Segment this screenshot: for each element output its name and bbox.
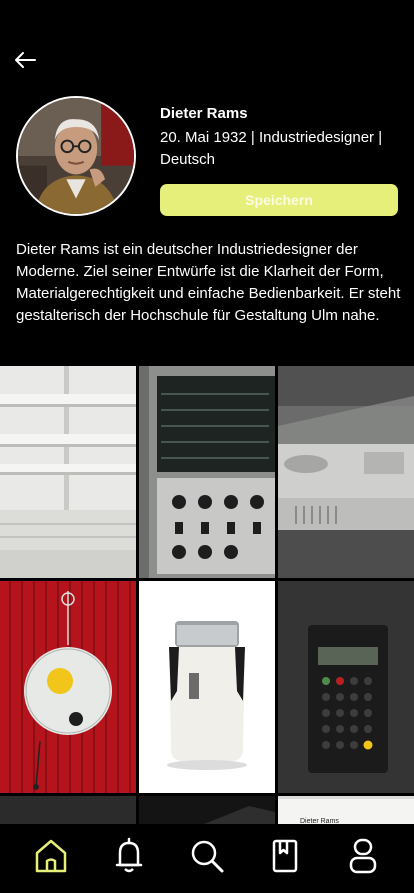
book-cover-image xyxy=(278,796,414,826)
portrait-image xyxy=(18,98,134,214)
record-player-image xyxy=(278,366,414,578)
gallery-item[interactable] xyxy=(278,366,414,578)
dark-product-image xyxy=(139,796,275,826)
bell-icon xyxy=(115,837,143,872)
gallery-item[interactable] xyxy=(0,581,136,793)
electric-shaver-image xyxy=(139,581,275,793)
gallery-item[interactable] xyxy=(139,581,275,793)
back-button[interactable] xyxy=(10,46,40,74)
bottom-nav xyxy=(0,824,414,893)
search-icon xyxy=(191,840,224,872)
gallery-item[interactable]: Dieter Rams xyxy=(278,796,414,826)
nav-home[interactable] xyxy=(29,834,73,878)
home-icon xyxy=(35,839,67,872)
gallery-item[interactable] xyxy=(0,796,136,826)
profile-meta: 20. Mai 1932 | Industriedesigner | Deuts… xyxy=(160,129,383,168)
profile-bio: Dieter Rams ist ein deutscher Industried… xyxy=(16,241,401,324)
calculator-image xyxy=(278,581,414,793)
bookmark-icon xyxy=(272,839,298,872)
nav-profile[interactable] xyxy=(341,834,385,878)
profile-icon xyxy=(349,838,377,873)
gallery-item[interactable] xyxy=(139,796,275,826)
nav-search[interactable] xyxy=(185,834,229,878)
profile-name: Dieter Rams xyxy=(160,105,248,122)
nav-notifications[interactable] xyxy=(107,834,151,878)
shelving-system-image xyxy=(0,366,136,578)
gallery-item[interactable] xyxy=(278,581,414,793)
arrow-left-icon xyxy=(15,52,36,68)
gallery-grid: Dieter Rams xyxy=(0,366,414,826)
nav-bookmarks[interactable] xyxy=(263,834,307,878)
save-button[interactable]: Speichern xyxy=(160,184,398,216)
profile-info: Dieter Rams 20. Mai 1932 | Industriedesi… xyxy=(160,104,400,171)
dark-product-image xyxy=(0,796,136,826)
world-receiver-radio-image xyxy=(139,366,275,578)
avatar xyxy=(16,96,136,216)
gallery-item[interactable] xyxy=(139,366,275,578)
wall-clock-image xyxy=(0,581,136,793)
gallery-item[interactable] xyxy=(0,366,136,578)
